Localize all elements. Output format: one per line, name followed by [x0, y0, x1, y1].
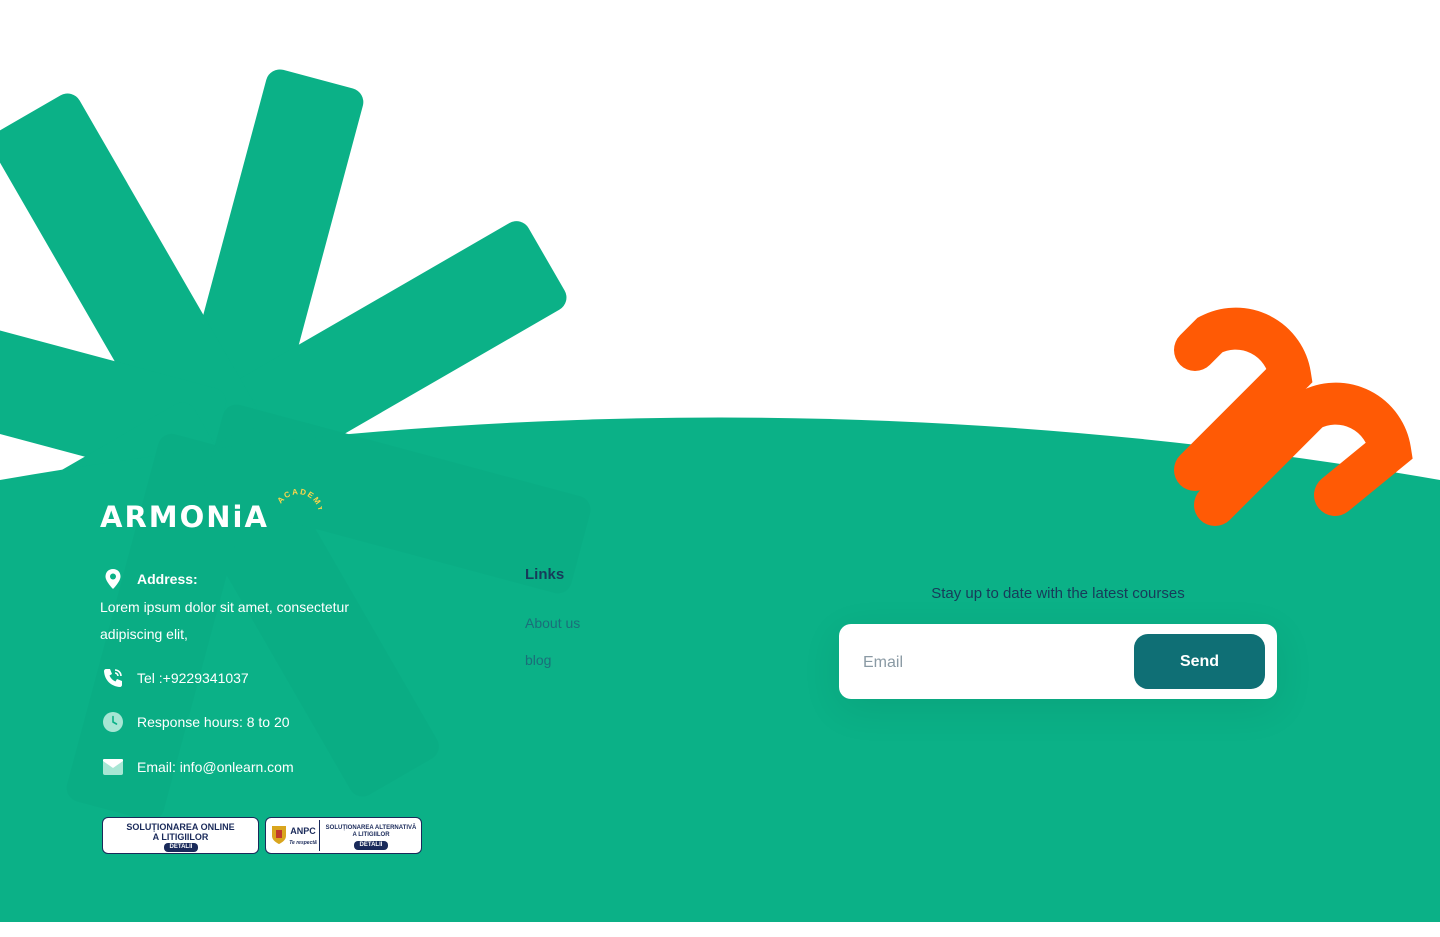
badge-divider: [319, 820, 320, 851]
anpc-tagline: Te respectă: [289, 840, 317, 846]
sol-badge-line1: SOLUȚIONAREA ONLINE: [126, 822, 235, 832]
email-row[interactable]: Email: info@onlearn.com: [100, 754, 294, 780]
svg-text:ACADEMY: ACADEMY: [276, 487, 322, 513]
location-pin-icon: [100, 566, 126, 592]
sol-badge-line2: A LITIGIILOR: [152, 832, 209, 842]
hours-text: Response hours: 8 to 20: [137, 714, 290, 730]
logo-wordmark: ARMONiA: [100, 500, 269, 534]
send-button[interactable]: Send: [1134, 634, 1265, 689]
email-text: Email: info@onlearn.com: [137, 759, 294, 775]
links-heading: Links: [525, 566, 565, 583]
anpc-label: ANPC: [290, 826, 316, 836]
newsletter-heading: Stay up to date with the latest courses: [931, 585, 1185, 602]
address-label: Address:: [137, 571, 198, 587]
brand-logo[interactable]: ARMONiA ACADEMY: [100, 486, 330, 536]
mail-icon: [100, 754, 126, 780]
email-input[interactable]: [861, 646, 1105, 680]
phone-text: Tel :+9229341037: [137, 670, 249, 686]
link-blog[interactable]: blog: [525, 652, 551, 668]
link-about-us[interactable]: About us: [525, 615, 580, 631]
phone-row[interactable]: Tel :+9229341037: [100, 665, 249, 691]
sal-badge[interactable]: ANPC Te respectă SOLUȚIONAREA ALTERNATIV…: [265, 817, 422, 854]
hours-row: Response hours: 8 to 20: [100, 709, 290, 735]
sal-badge-line2: A LITIGIILOR: [352, 832, 390, 838]
sal-badge-line1: SOLUȚIONAREA ALTERNATIVĂ: [325, 825, 417, 831]
logo-academy-arc: ACADEMY: [276, 487, 322, 513]
sal-badge-details-button[interactable]: DETALII: [354, 841, 388, 850]
phone-icon: [100, 665, 126, 691]
address-row: Address:: [100, 566, 198, 592]
address-text: Lorem ipsum dolor sit amet, consectetur …: [100, 599, 349, 642]
sol-badge-details-button[interactable]: DETALII: [164, 843, 198, 852]
crest-icon: [272, 826, 286, 844]
clock-icon: [100, 709, 126, 735]
newsletter-form: Send: [839, 624, 1277, 699]
sol-badge[interactable]: SOLUȚIONAREA ONLINE A LITIGIILOR DETALII: [102, 817, 259, 854]
footer-background: [0, 69, 1440, 922]
